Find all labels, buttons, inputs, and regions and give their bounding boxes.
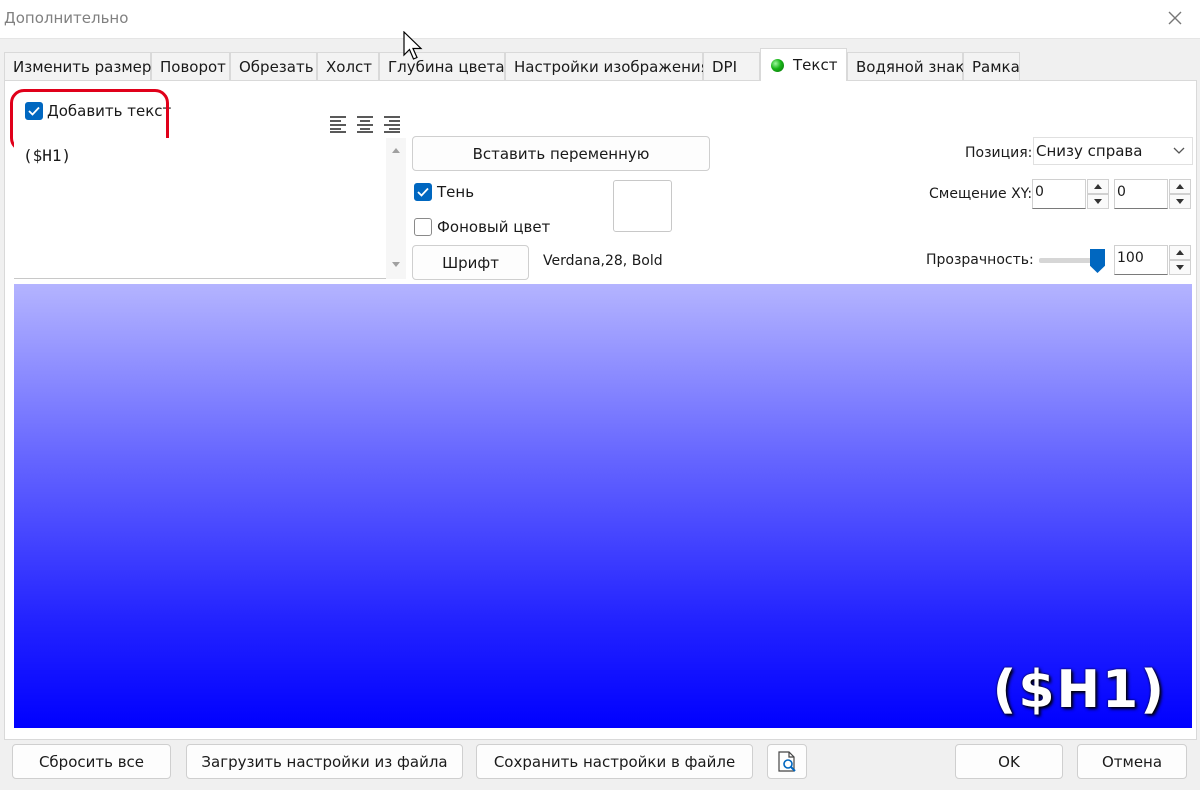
font-button[interactable]: Шрифт <box>412 245 529 280</box>
tab-label: Текст <box>793 56 838 74</box>
close-icon <box>1168 11 1182 25</box>
align-left-button[interactable] <box>327 113 349 135</box>
offset-x-input[interactable]: 0 <box>1032 179 1086 209</box>
tab-resize[interactable]: Изменить размер <box>4 52 151 80</box>
tab-label: Настройки изображения <box>514 57 710 76</box>
reset-all-button[interactable]: Сбросить все <box>12 744 171 779</box>
arrow-down-icon <box>1176 199 1184 204</box>
offset-y-up-button[interactable] <box>1169 179 1191 194</box>
magnifier-document-icon <box>778 750 796 772</box>
arrow-up-icon <box>1094 184 1102 189</box>
tab-color-depth[interactable]: Глубина цвета <box>379 52 505 80</box>
offset-label: Смещение XY: <box>929 186 1033 202</box>
offset-y-input[interactable]: 0 <box>1114 179 1168 209</box>
position-value: Снизу справа <box>1036 142 1143 160</box>
title-bar <box>0 0 1200 38</box>
preview-button[interactable] <box>767 744 807 779</box>
save-settings-button[interactable]: Сохранить настройки в файле <box>476 744 753 779</box>
arrow-down-icon <box>1094 199 1102 204</box>
status-dot-icon <box>771 58 784 72</box>
tab-label: Обрезать <box>239 57 314 76</box>
close-button[interactable] <box>1162 5 1188 31</box>
tab-label: Водяной знак <box>856 57 965 76</box>
cancel-button[interactable]: Отмена <box>1077 744 1187 779</box>
tab-watermark[interactable]: Водяной знак <box>847 52 965 80</box>
align-right-button[interactable] <box>381 113 403 135</box>
opacity-down-button[interactable] <box>1169 260 1191 275</box>
scroll-down-icon <box>392 262 400 267</box>
scroll-up-icon <box>392 148 400 153</box>
text-input-area[interactable]: ($H1) <box>14 138 386 279</box>
tab-dpi[interactable]: DPI <box>703 52 760 80</box>
align-center-button[interactable] <box>354 113 376 135</box>
opacity-input[interactable]: 100 <box>1114 245 1168 275</box>
bg-color-checkbox[interactable] <box>414 218 432 236</box>
arrow-up-icon <box>1176 184 1184 189</box>
align-left-icon <box>330 116 346 133</box>
checkmark-icon <box>417 187 429 197</box>
preview-overlay-text: ($H1) <box>992 660 1166 720</box>
tab-crop[interactable]: Обрезать <box>230 52 317 80</box>
tab-rotate[interactable]: Поворот <box>151 52 230 80</box>
load-settings-button[interactable]: Загрузить настройки из файла <box>186 744 463 779</box>
tab-label: Холст <box>326 57 373 76</box>
tab-frame[interactable]: Рамка <box>963 52 1020 80</box>
tab-label: Рамка <box>972 57 1020 76</box>
align-right-icon <box>384 116 400 133</box>
arrow-up-icon <box>1176 250 1184 255</box>
text-scrollbar[interactable] <box>386 138 406 279</box>
tab-text[interactable]: Текст <box>760 48 847 81</box>
align-center-icon <box>357 116 373 133</box>
mouse-cursor-icon <box>403 31 423 60</box>
bg-color-label[interactable]: Фоновый цвет <box>437 218 550 236</box>
ok-button[interactable]: OK <box>955 744 1063 779</box>
position-select[interactable]: Снизу справа <box>1033 137 1193 165</box>
tab-label: DPI <box>712 57 738 76</box>
window-title: Дополнительно <box>4 9 129 27</box>
chevron-down-icon <box>1173 147 1185 154</box>
shadow-checkbox[interactable] <box>414 183 432 201</box>
tab-canvas[interactable]: Холст <box>317 52 379 80</box>
offset-y-stepper <box>1169 179 1191 209</box>
position-label: Позиция: <box>965 145 1033 161</box>
opacity-up-button[interactable] <box>1169 245 1191 260</box>
opacity-label: Прозрачность: <box>926 252 1034 268</box>
shadow-label[interactable]: Тень <box>437 183 474 201</box>
opacity-stepper <box>1169 245 1191 275</box>
offset-y-down-button[interactable] <box>1169 194 1191 209</box>
arrow-down-icon <box>1176 265 1184 270</box>
image-preview: ($H1) <box>14 284 1192 728</box>
tab-image-settings[interactable]: Настройки изображения <box>505 52 710 80</box>
insert-variable-button[interactable]: Вставить переменную <box>412 136 710 171</box>
tab-label: Изменить размер <box>13 57 152 76</box>
offset-x-down-button[interactable] <box>1087 194 1109 209</box>
font-value: Verdana,28, Bold <box>543 253 663 269</box>
tab-label: Поворот <box>160 57 226 76</box>
offset-x-up-button[interactable] <box>1087 179 1109 194</box>
offset-x-stepper <box>1087 179 1109 209</box>
color-swatch[interactable] <box>613 180 672 232</box>
